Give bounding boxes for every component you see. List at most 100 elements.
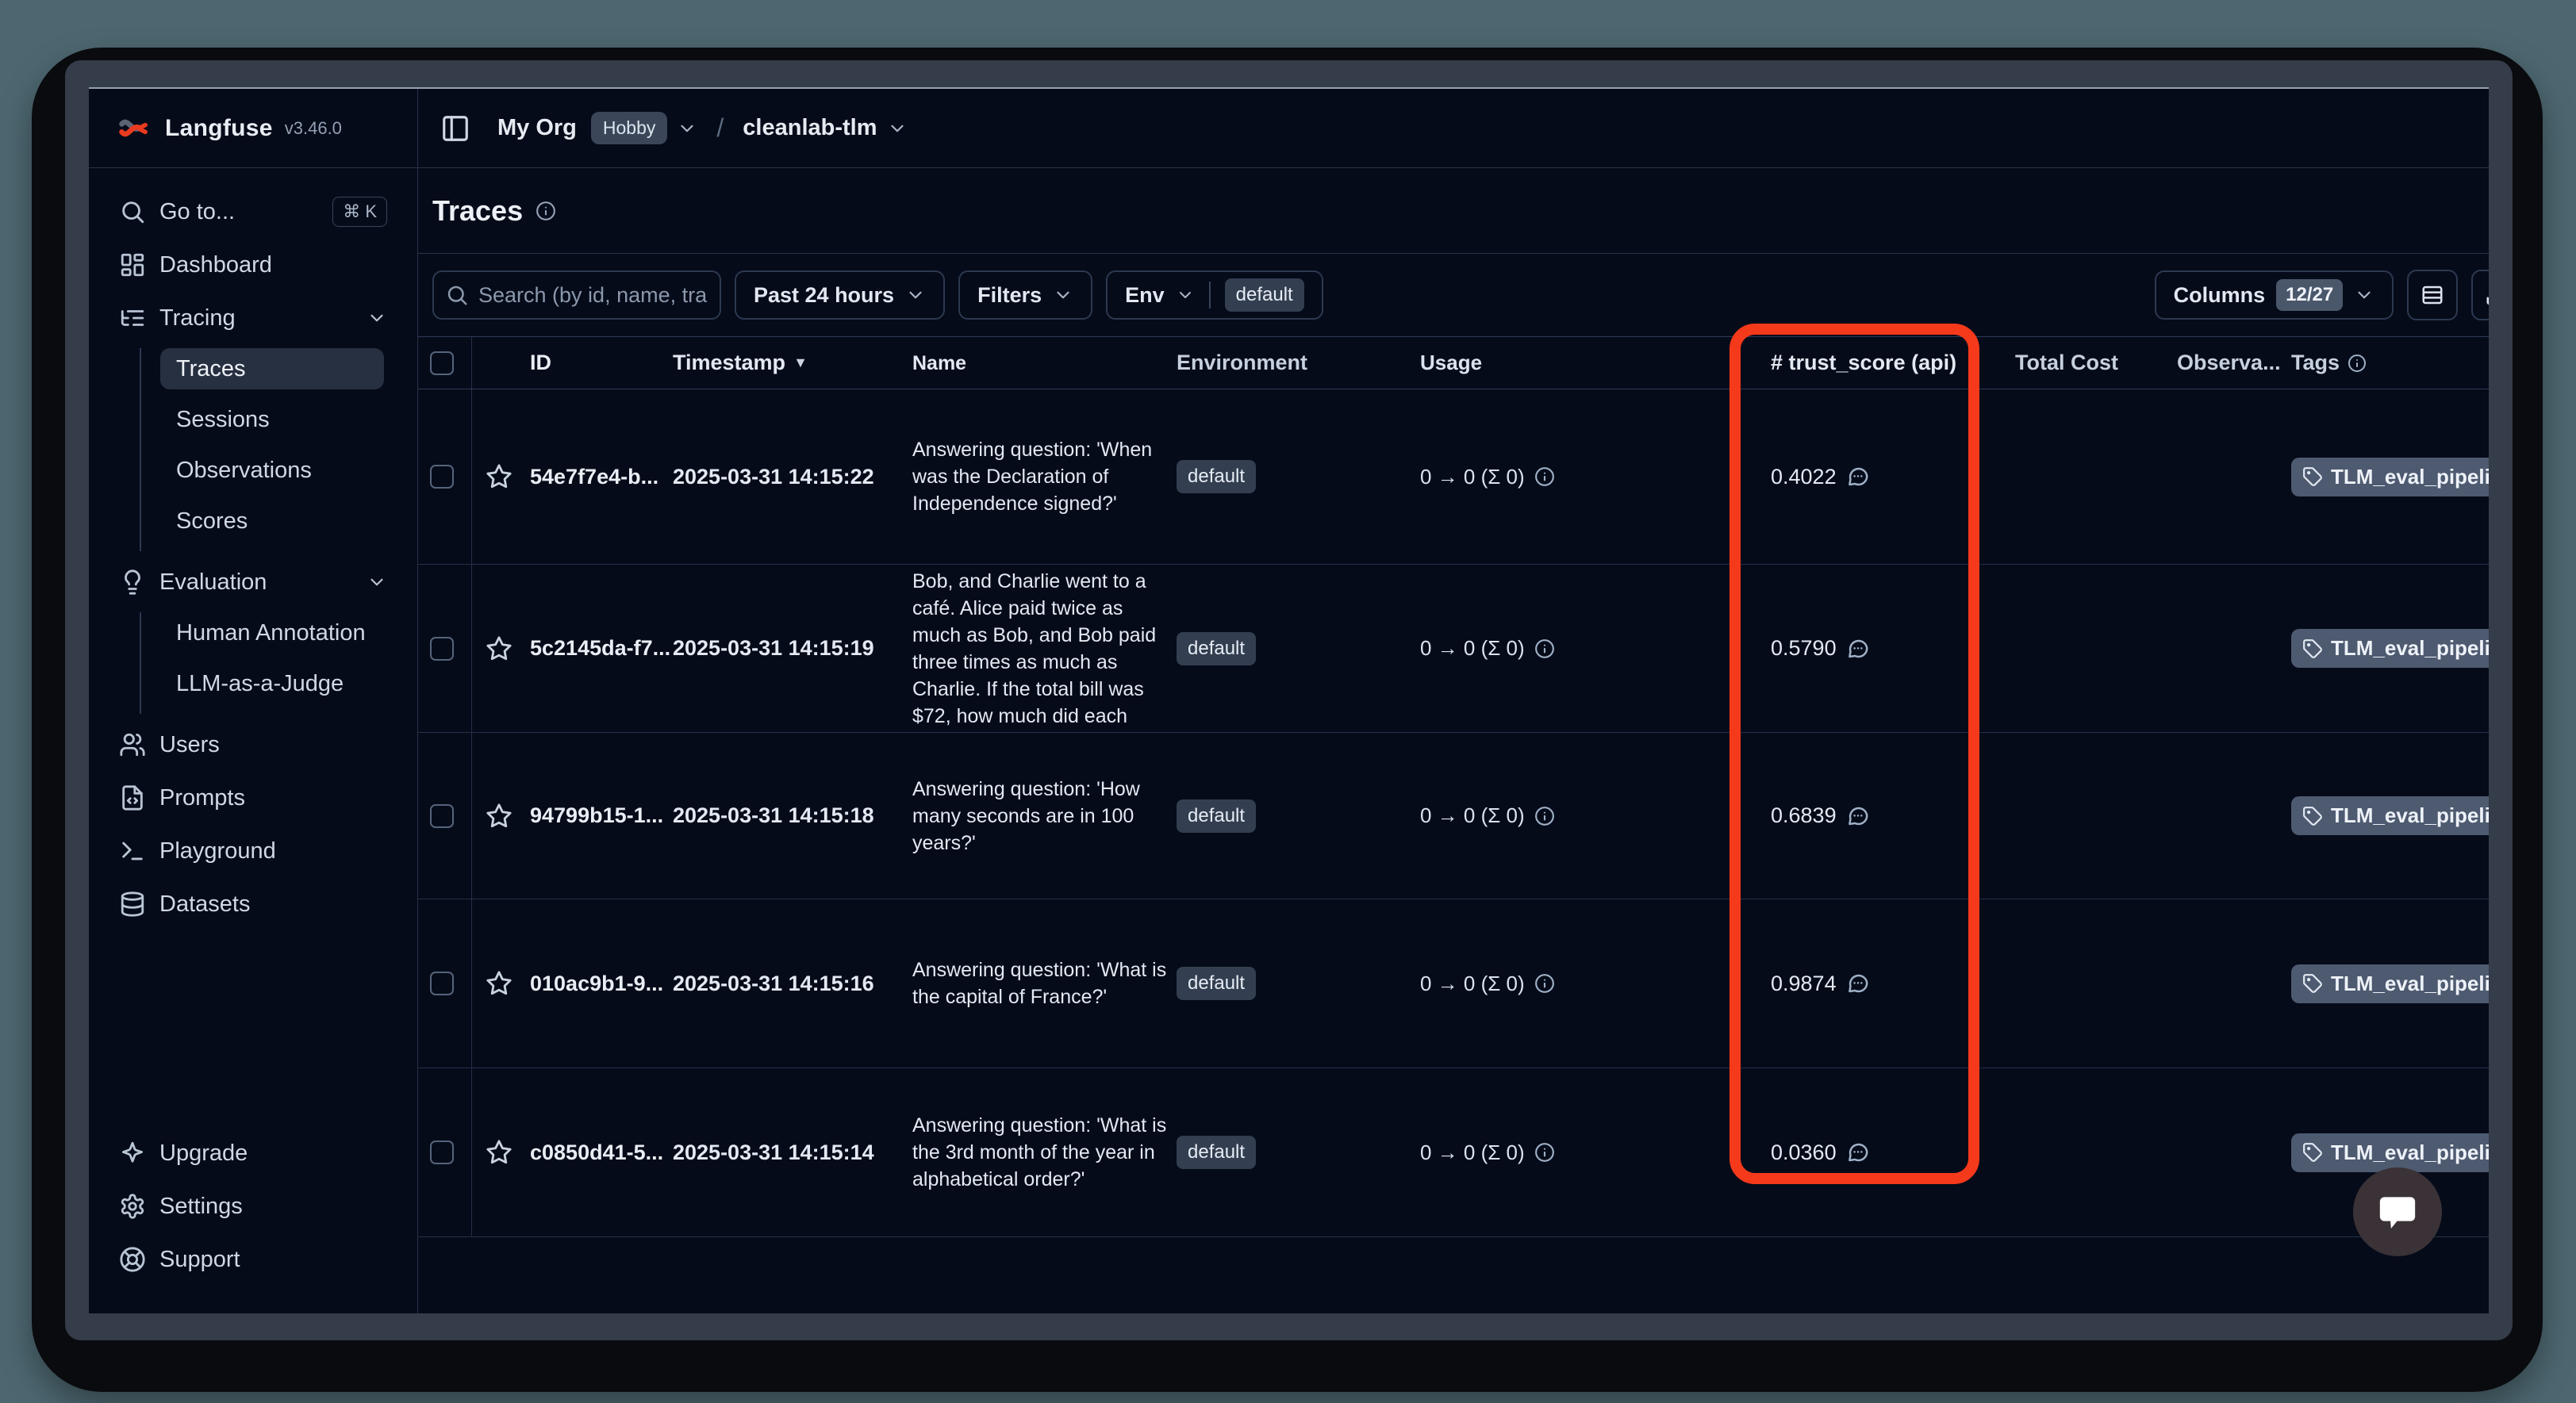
header-id[interactable]: ID <box>530 351 673 375</box>
chevron-down-icon <box>2354 285 2374 305</box>
tag-icon <box>2302 466 2323 487</box>
tags-cell: TLM_eval_pipeline <box>2291 964 2489 1003</box>
environment-badge: default <box>1177 460 1256 493</box>
environment-badge: default <box>1177 967 1256 1000</box>
nav-spacer <box>108 934 398 1130</box>
environment-badge: default <box>1177 1136 1256 1169</box>
select-all-checkbox[interactable] <box>430 351 454 375</box>
row-checkbox-cell <box>430 389 472 564</box>
sidebar-item-human-annotation[interactable]: Human Annotation <box>160 612 384 654</box>
env-filter-button[interactable]: Env default <box>1106 270 1323 320</box>
sidebar-item-goto[interactable]: Go to...⌘ K <box>108 189 398 235</box>
trace-usage: 0 → 0 (Σ 0) <box>1420 636 1771 661</box>
chevron-down-icon[interactable] <box>887 118 908 139</box>
trust-score-value: 0.9874 <box>1771 972 1837 996</box>
tag-badge[interactable]: TLM_eval_pipeline <box>2291 1133 2489 1172</box>
star-icon[interactable] <box>486 803 513 830</box>
table-row[interactable]: c0850d41-5...2025-03-31 14:15:14Answerin… <box>418 1068 2489 1237</box>
trust-score-cell: 0.9874 <box>1771 972 2015 996</box>
trace-id[interactable]: c0850d41-5... <box>530 1140 673 1165</box>
sidebar-item-upgrade[interactable]: Upgrade <box>108 1130 398 1176</box>
breadcrumb-separator: / <box>716 113 724 143</box>
star-icon[interactable] <box>486 970 513 997</box>
table-row[interactable]: 54e7f7e4-b...2025-03-31 14:15:22Answerin… <box>418 389 2489 565</box>
row-height-button[interactable] <box>2407 270 2458 320</box>
row-checkbox[interactable] <box>430 465 454 489</box>
sidebar-item-users[interactable]: Users <box>108 722 398 768</box>
sidebar-item-evaluation[interactable]: Evaluation <box>108 559 398 605</box>
page-title: Traces <box>432 194 523 228</box>
sidebar-item-observations[interactable]: Observations <box>160 450 384 491</box>
columns-label: Columns <box>2174 283 2266 308</box>
sidebar-item-playground[interactable]: Playground <box>108 828 398 874</box>
chevron-down-icon[interactable] <box>677 118 697 139</box>
sidebar-item-datasets[interactable]: Datasets <box>108 881 398 927</box>
sidebar-item-settings[interactable]: Settings <box>108 1183 398 1229</box>
sidebar-item-llm-as-a-judge[interactable]: LLM-as-a-Judge <box>160 663 384 704</box>
trace-id[interactable]: 5c2145da-f7... <box>530 636 673 661</box>
row-checkbox[interactable] <box>430 804 454 828</box>
header-observations[interactable]: Observa... <box>2177 351 2291 375</box>
trust-score-value: 0.4022 <box>1771 465 1837 489</box>
filters-button[interactable]: Filters <box>958 270 1092 320</box>
chat-widget-button[interactable] <box>2353 1167 2442 1256</box>
table-row[interactable]: 5c2145da-f7...2025-03-31 14:15:19Bob, an… <box>418 565 2489 733</box>
star-icon[interactable] <box>486 635 513 662</box>
table-row[interactable]: 010ac9b1-9...2025-03-31 14:15:16Answerin… <box>418 899 2489 1068</box>
export-button[interactable] <box>2471 270 2489 320</box>
tag-badge[interactable]: TLM_eval_pipeline <box>2291 629 2489 668</box>
trace-environment: default <box>1177 967 1420 1000</box>
header-timestamp[interactable]: Timestamp▼ <box>673 351 912 375</box>
sidebar-item-scores[interactable]: Scores <box>160 500 384 542</box>
header-trust-score[interactable]: # trust_score (api) <box>1771 351 2015 375</box>
bookmark-cell <box>472 803 530 830</box>
header-usage[interactable]: Usage <box>1420 351 1771 375</box>
sidebar-item-sessions[interactable]: Sessions <box>160 399 384 440</box>
sort-desc-icon[interactable]: ▼ <box>793 355 808 371</box>
sidebar-item-traces[interactable]: Traces <box>160 348 384 389</box>
life-buoy-icon <box>119 1246 146 1273</box>
search-box[interactable] <box>432 270 721 320</box>
project-name[interactable]: cleanlab-tlm <box>743 115 877 141</box>
trace-id[interactable]: 94799b15-1... <box>530 803 673 828</box>
comment-icon[interactable] <box>1846 1140 1870 1164</box>
star-icon[interactable] <box>486 463 513 490</box>
main-content: My Org Hobby / cleanlab-tlm Traces Past … <box>418 89 2489 1313</box>
header-environment[interactable]: Environment <box>1177 351 1420 375</box>
columns-button[interactable]: Columns 12/27 <box>2155 270 2394 320</box>
info-icon <box>1534 1142 1555 1163</box>
sidebar-item-prompts[interactable]: Prompts <box>108 775 398 821</box>
row-checkbox[interactable] <box>430 1140 454 1164</box>
tags-cell: TLM_eval_pipeline <box>2291 1133 2489 1172</box>
header-tags[interactable]: Tags <box>2291 351 2489 375</box>
trace-usage: 0 → 0 (Σ 0) <box>1420 1140 1771 1165</box>
tag-badge[interactable]: TLM_eval_pipeline <box>2291 458 2489 496</box>
row-checkbox[interactable] <box>430 637 454 661</box>
comment-icon[interactable] <box>1846 972 1870 995</box>
time-range-button[interactable]: Past 24 hours <box>735 270 945 320</box>
tag-badge[interactable]: TLM_eval_pipeline <box>2291 796 2489 835</box>
panel-left-icon[interactable] <box>440 113 470 144</box>
trace-id[interactable]: 54e7f7e4-b... <box>530 465 673 489</box>
tag-badge[interactable]: TLM_eval_pipeline <box>2291 964 2489 1003</box>
trace-usage: 0 → 0 (Σ 0) <box>1420 803 1771 828</box>
org-name[interactable]: My Org <box>497 115 577 141</box>
header-total-cost[interactable]: Total Cost <box>2015 351 2177 375</box>
trace-environment: default <box>1177 632 1420 665</box>
info-icon[interactable] <box>536 201 556 221</box>
table-body: 54e7f7e4-b...2025-03-31 14:15:22Answerin… <box>418 389 2489 1237</box>
comment-icon[interactable] <box>1846 637 1870 661</box>
trace-id[interactable]: 010ac9b1-9... <box>530 972 673 996</box>
sidebar-item-dashboard[interactable]: Dashboard <box>108 242 398 288</box>
tag-icon <box>2302 638 2323 659</box>
sidebar-item-tracing[interactable]: Tracing <box>108 295 398 341</box>
sidebar-item-support[interactable]: Support <box>108 1236 398 1282</box>
header-name[interactable]: Name <box>912 350 1177 377</box>
comment-icon[interactable] <box>1846 804 1870 828</box>
table-row[interactable]: 94799b15-1...2025-03-31 14:15:18Answerin… <box>418 733 2489 899</box>
langfuse-logo-icon <box>117 111 152 146</box>
search-input[interactable] <box>478 283 708 308</box>
row-checkbox[interactable] <box>430 972 454 995</box>
comment-icon[interactable] <box>1846 465 1870 489</box>
star-icon[interactable] <box>486 1139 513 1166</box>
